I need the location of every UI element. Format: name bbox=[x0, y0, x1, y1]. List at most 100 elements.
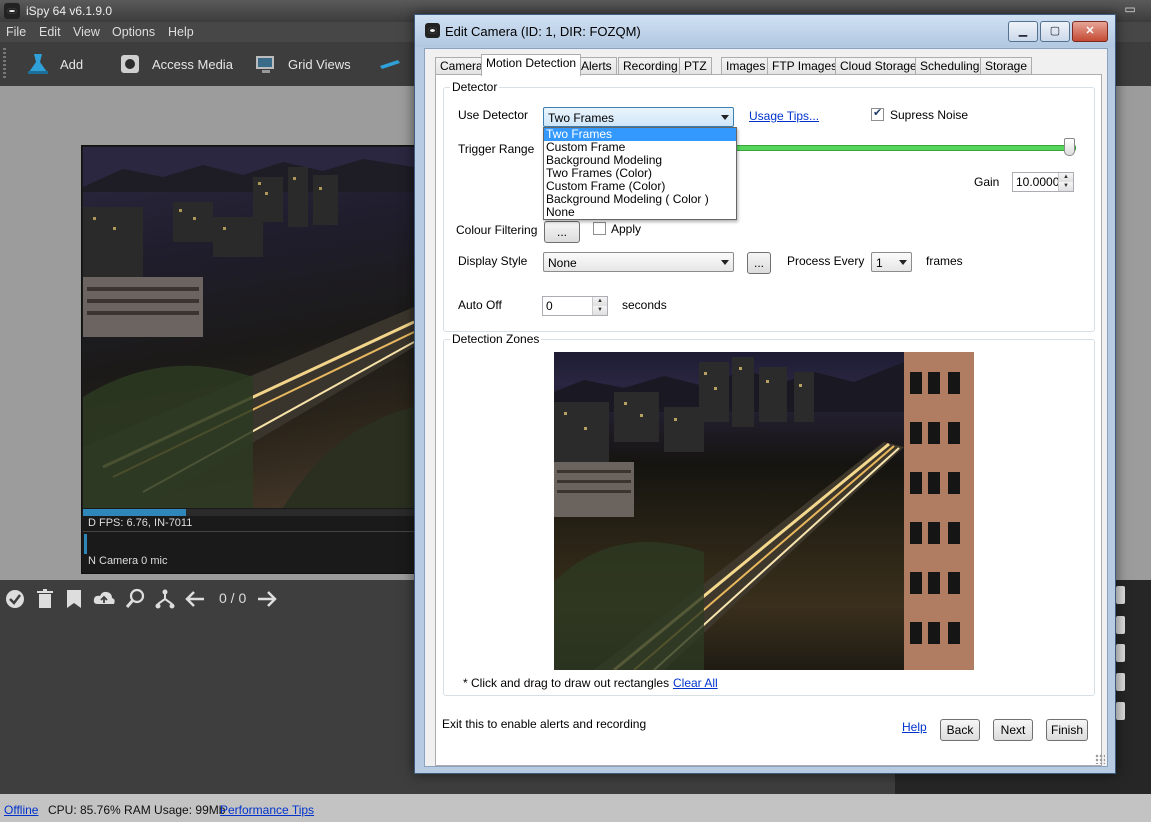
seconds-label: seconds bbox=[622, 298, 667, 312]
menu-options[interactable]: Options bbox=[112, 25, 155, 39]
menu-help[interactable]: Help bbox=[168, 25, 194, 39]
arrow-left-icon[interactable] bbox=[184, 588, 206, 610]
menu-view[interactable]: View bbox=[73, 25, 100, 39]
tab-scheduling[interactable]: Scheduling bbox=[915, 57, 985, 75]
cloud-upload-icon[interactable] bbox=[93, 588, 115, 610]
display-style-value: None bbox=[548, 256, 577, 270]
grid-views-button[interactable]: Grid Views bbox=[254, 50, 351, 78]
detector-group-label: Detector bbox=[450, 80, 500, 94]
camera-feed-image[interactable] bbox=[83, 147, 414, 508]
ispy-logo-icon bbox=[425, 23, 440, 38]
toolbar-grip[interactable] bbox=[3, 48, 6, 78]
minimize-button[interactable]: ▁ bbox=[1008, 21, 1038, 42]
camera-progress-fill bbox=[83, 509, 186, 516]
menu-edit[interactable]: Edit bbox=[39, 25, 61, 39]
next-button[interactable]: Next bbox=[993, 719, 1033, 741]
dialog-client: Camera Motion Detection Alerts Recording… bbox=[424, 48, 1108, 767]
add-button-label: Add bbox=[60, 56, 84, 72]
main-window-title: iSpy 64 v6.1.9.0 bbox=[26, 4, 113, 18]
usage-tips-link[interactable]: Usage Tips... bbox=[749, 109, 819, 123]
use-detector-select[interactable]: Two Frames bbox=[543, 107, 734, 127]
side-tab[interactable] bbox=[1116, 644, 1125, 662]
ispy-logo-icon bbox=[4, 3, 20, 19]
media-icon bbox=[118, 52, 142, 76]
tab-alerts[interactable]: Alerts bbox=[576, 57, 617, 75]
grid-views-icon bbox=[254, 52, 278, 76]
close-button[interactable]: ✕ bbox=[1072, 21, 1108, 42]
merge-icon[interactable] bbox=[154, 588, 176, 610]
apply-label: Apply bbox=[611, 222, 642, 236]
search-icon[interactable] bbox=[124, 588, 146, 610]
spin-down-icon[interactable]: ▼ bbox=[1058, 182, 1073, 191]
display-style-label: Display Style bbox=[458, 254, 528, 268]
trash-icon[interactable] bbox=[34, 588, 56, 610]
clear-all-link[interactable]: Clear All bbox=[673, 676, 718, 690]
side-tab[interactable] bbox=[1116, 702, 1125, 720]
process-every-select[interactable]: 1 bbox=[871, 252, 912, 272]
tab-ptz[interactable]: PTZ bbox=[679, 57, 712, 75]
overflow-toolbar-button[interactable] bbox=[378, 50, 402, 78]
tab-ftp-images[interactable]: FTP Images bbox=[767, 57, 843, 75]
mic-level-bar bbox=[84, 534, 87, 554]
supress-noise-checkbox[interactable] bbox=[871, 106, 884, 121]
detection-zone-preview[interactable] bbox=[554, 352, 974, 670]
detector-group: Detector Use Detector Two Frames Two Fra… bbox=[443, 80, 1095, 332]
spin-up-icon[interactable]: ▲ bbox=[592, 297, 607, 306]
side-tab[interactable] bbox=[1116, 586, 1125, 604]
pencil-icon bbox=[378, 52, 402, 76]
add-button[interactable]: Add bbox=[26, 50, 83, 78]
auto-off-label: Auto Off bbox=[458, 298, 502, 312]
help-link[interactable]: Help bbox=[902, 720, 927, 734]
auto-off-input[interactable]: 0 ▲ ▼ bbox=[542, 296, 608, 316]
use-detector-label: Use Detector bbox=[458, 108, 529, 122]
motion-detection-panel: Detector Use Detector Two Frames Two Fra… bbox=[435, 74, 1102, 766]
tab-images[interactable]: Images bbox=[721, 57, 771, 75]
grid-views-label: Grid Views bbox=[288, 56, 351, 72]
tab-cloud-storage[interactable]: Cloud Storage bbox=[835, 57, 922, 75]
check-icon[interactable] bbox=[4, 588, 26, 610]
side-tab[interactable] bbox=[1116, 673, 1125, 691]
access-media-label: Access Media bbox=[152, 56, 233, 72]
resize-grip[interactable] bbox=[1095, 754, 1105, 764]
detector-option[interactable]: None bbox=[544, 206, 736, 219]
page-counter: 0 / 0 bbox=[219, 590, 247, 606]
performance-tips-link[interactable]: Performance Tips bbox=[220, 803, 314, 817]
add-camera-icon bbox=[26, 52, 50, 76]
spin-down-icon[interactable]: ▼ bbox=[592, 306, 607, 315]
offline-link[interactable]: Offline bbox=[4, 803, 38, 817]
footer-message: Exit this to enable alerts and recording bbox=[442, 717, 647, 731]
arrow-right-icon[interactable] bbox=[256, 588, 278, 610]
trigger-range-thumb[interactable] bbox=[1064, 138, 1075, 156]
side-tab[interactable] bbox=[1116, 616, 1125, 634]
trigger-range-slider[interactable] bbox=[734, 145, 1076, 151]
colour-filtering-button[interactable]: ... bbox=[544, 221, 580, 243]
chevron-down-icon bbox=[721, 115, 729, 120]
apply-checkbox[interactable] bbox=[593, 222, 606, 235]
dialog-titlebar[interactable]: Edit Camera (ID: 1, DIR: FOZQM) ▁ ▢ ✕ bbox=[415, 15, 1115, 47]
menu-file[interactable]: File bbox=[6, 25, 26, 39]
back-button[interactable]: Back bbox=[940, 719, 980, 741]
display-style-button[interactable]: ... bbox=[747, 252, 771, 274]
use-detector-value: Two Frames bbox=[548, 111, 615, 125]
dialog-title: Edit Camera (ID: 1, DIR: FOZQM) bbox=[445, 24, 641, 39]
display-style-select[interactable]: None bbox=[543, 252, 734, 272]
minimize-main-button[interactable]: ▭ bbox=[1117, 2, 1143, 19]
detection-zones-label: Detection Zones bbox=[450, 332, 542, 346]
spin-up-icon[interactable]: ▲ bbox=[1058, 173, 1073, 182]
maximize-button[interactable]: ▢ bbox=[1040, 21, 1070, 42]
process-every-label: Process Every bbox=[787, 254, 865, 268]
auto-off-value: 0 bbox=[546, 299, 553, 313]
chevron-down-icon bbox=[721, 260, 729, 265]
access-media-button[interactable]: Access Media bbox=[118, 50, 233, 78]
gain-input[interactable]: 10.00000 ▲ ▼ bbox=[1012, 172, 1074, 192]
bookmark-icon[interactable] bbox=[63, 588, 85, 610]
tab-motion-detection[interactable]: Motion Detection bbox=[481, 54, 582, 76]
camera-tile[interactable]: D FPS: 6.76, IN-7011 N Camera 0 mic bbox=[81, 145, 418, 574]
finish-button[interactable]: Finish bbox=[1046, 719, 1088, 741]
gain-label: Gain bbox=[974, 175, 1000, 189]
zones-hint: * Click and drag to draw out rectangles bbox=[463, 676, 670, 690]
tab-recording[interactable]: Recording bbox=[618, 57, 683, 75]
tab-camera[interactable]: Camera bbox=[435, 57, 488, 75]
camera-progress-bar bbox=[83, 509, 414, 516]
tab-storage[interactable]: Storage bbox=[980, 57, 1033, 75]
